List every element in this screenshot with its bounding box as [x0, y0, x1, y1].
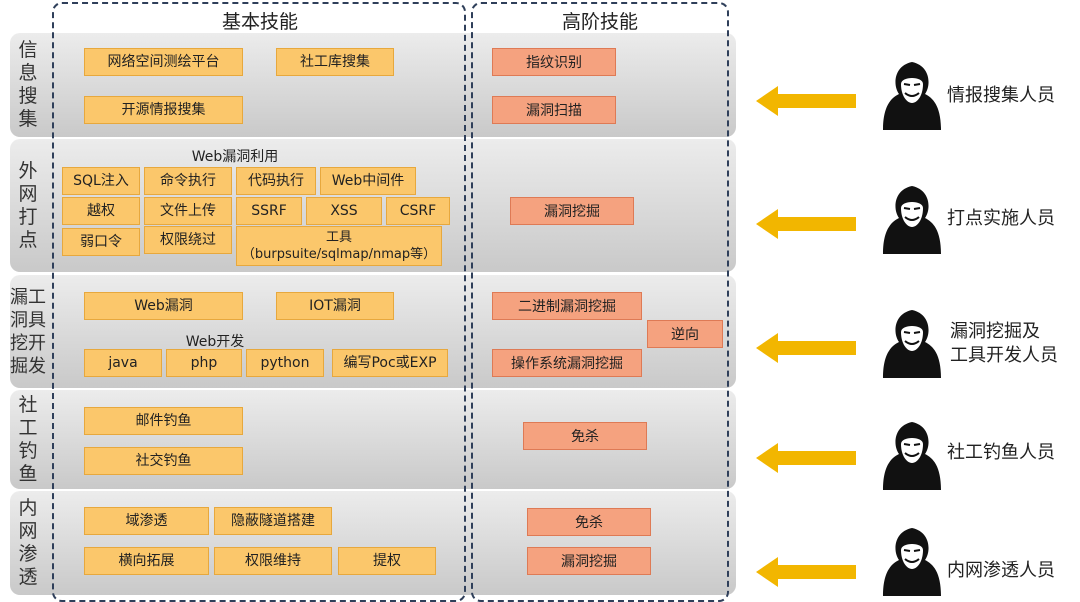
advanced-skill-box: 逆向	[647, 320, 723, 348]
left-arrow-icon	[756, 557, 856, 587]
skill-box: 编写Poc或EXP	[332, 349, 448, 377]
advanced-skill-box: 操作系统漏洞挖掘	[492, 349, 642, 377]
skill-box: 提权	[338, 547, 436, 575]
column-header-basic: 基本技能	[221, 11, 298, 33]
skill-box: 权限维持	[214, 547, 332, 575]
left-arrow-icon	[756, 443, 856, 473]
column-header-advanced: 高阶技能	[561, 11, 638, 33]
advanced-skill-box: 漏洞挖掘	[527, 547, 651, 575]
row-label-external: 外 网 打 点	[18, 159, 38, 251]
skill-box: XSS	[306, 197, 382, 225]
skill-box: SSRF	[236, 197, 302, 225]
skill-box: 弱口令	[62, 228, 140, 256]
skill-box: 代码执行	[236, 167, 316, 195]
advanced-skill-box: 漏洞挖掘	[510, 197, 634, 225]
role-label: 情报搜集人员	[947, 85, 1055, 106]
advanced-skill-box: 指纹识别	[492, 48, 616, 76]
anonymous-hacker-icon	[877, 180, 947, 254]
skill-box: 开源情报搜集	[84, 96, 243, 124]
skill-box: 邮件钓鱼	[84, 407, 243, 435]
role-label: 漏洞挖掘及 工具开发人员	[950, 321, 1058, 366]
role-label: 社工钓鱼人员	[947, 442, 1055, 463]
skill-box: 权限绕过	[144, 226, 232, 254]
skill-box: CSRF	[386, 197, 450, 225]
left-arrow-icon	[756, 333, 856, 363]
anonymous-hacker-icon	[877, 522, 947, 596]
anonymous-hacker-icon	[877, 416, 947, 490]
row-label-vuln: 漏工 洞具 挖开 掘发	[10, 286, 46, 377]
skill-box: SQL注入	[62, 167, 140, 195]
skill-box: 隐蔽隧道搭建	[214, 507, 332, 535]
row-label-phishing: 社 工 钓 鱼	[18, 393, 38, 485]
role-label: 打点实施人员	[947, 208, 1055, 229]
skill-box: 网络空间测绘平台	[84, 48, 243, 76]
skill-box: Web漏洞	[84, 292, 243, 320]
advanced-skill-box: 漏洞扫描	[492, 96, 616, 124]
row-label-intranet: 内 网 渗 透	[18, 497, 38, 588]
anonymous-hacker-icon	[877, 304, 947, 378]
skill-box: 命令执行	[144, 167, 232, 195]
advanced-skill-box: 免杀	[527, 508, 651, 536]
skill-box: python	[246, 349, 324, 377]
left-arrow-icon	[756, 209, 856, 239]
skill-box: php	[166, 349, 242, 377]
skill-box: 社交钓鱼	[84, 447, 243, 475]
skill-box: IOT漏洞	[276, 292, 394, 320]
skill-box: java	[84, 349, 162, 377]
advanced-skill-box: 免杀	[523, 422, 647, 450]
skill-box: 社工库搜集	[276, 48, 394, 76]
skill-box: 横向拓展	[84, 547, 209, 575]
skill-box: 越权	[62, 197, 140, 225]
group-subtitle: Web漏洞利用	[191, 149, 279, 165]
skill-box: Web中间件	[320, 167, 416, 195]
anonymous-hacker-icon	[877, 56, 947, 130]
skill-box-tools: 工具 （burpsuite/sqlmap/nmap等）	[236, 226, 442, 266]
role-label: 内网渗透人员	[947, 560, 1055, 581]
advanced-skill-box: 二进制漏洞挖掘	[492, 292, 642, 320]
skill-box: 域渗透	[84, 507, 209, 535]
row-label-info: 信 息 搜 集	[18, 39, 38, 130]
skill-box: 文件上传	[144, 197, 232, 225]
group-subtitle: Web开发	[185, 334, 245, 350]
left-arrow-icon	[756, 86, 856, 116]
